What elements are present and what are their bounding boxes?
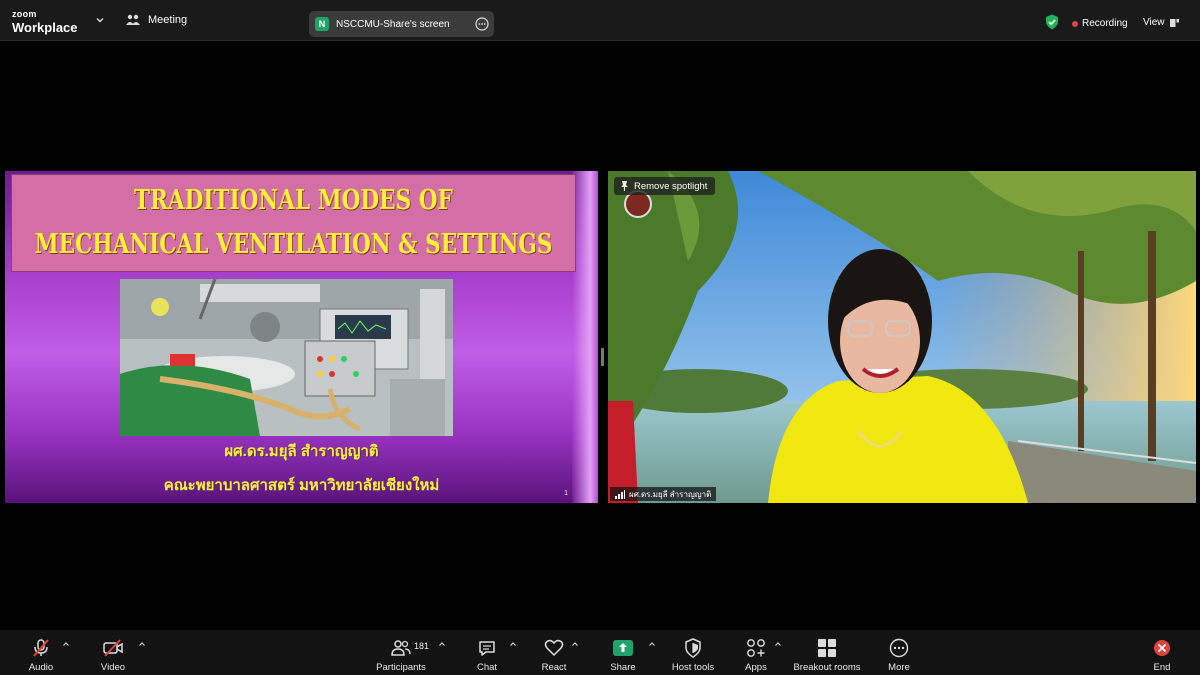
video-off-icon	[103, 639, 123, 657]
shared-slide: TRADITIONAL MODES OF MECHANICAL VENTILAT…	[5, 171, 598, 503]
heart-icon	[544, 639, 564, 657]
more-icon	[889, 638, 909, 658]
video-options-caret-icon[interactable]	[138, 640, 146, 648]
meeting-people-icon	[126, 14, 140, 25]
participants-icon	[391, 640, 411, 656]
audio-label: Audio	[28, 662, 54, 673]
participants-button[interactable]: Participants	[373, 630, 429, 675]
participants-label: Participants	[376, 662, 426, 673]
more-button[interactable]: More	[879, 630, 919, 675]
security-shield-icon[interactable]	[1045, 14, 1059, 30]
panel-resize-handle[interactable]	[601, 348, 604, 366]
host-tools-button[interactable]: Host tools	[668, 630, 718, 675]
chat-button[interactable]: Chat	[467, 630, 507, 675]
view-label: View	[1143, 17, 1165, 28]
chevron-down-icon[interactable]	[95, 15, 105, 25]
slide-page-number: 1	[564, 490, 568, 497]
slide-title-line-2: MECHANICAL VENTILATION & SETTINGS	[34, 229, 553, 260]
participant-name-tag: ผศ.ดร.มยุลี สำราญญาติ	[610, 487, 717, 501]
ventilator-photo	[120, 279, 453, 436]
remove-spotlight-button[interactable]: Remove spotlight	[614, 177, 716, 195]
slide-faculty: คณะพยาบาลศาสตร์ มหาวิทยาลัยเชียงใหม่	[163, 477, 440, 494]
video-button[interactable]: Video	[92, 630, 134, 675]
share-options-caret-icon[interactable]	[648, 640, 656, 648]
slide-author: ผศ.ดร.มยุลี สำราญญาติ	[224, 443, 379, 460]
chat-options-caret-icon[interactable]	[509, 640, 517, 648]
meeting-info-button[interactable]: Meeting	[126, 14, 187, 26]
share-button[interactable]: Share	[603, 630, 643, 675]
participant-video[interactable]: Remove spotlight ผศ.ดร.มยุลี สำราญญาติ	[608, 171, 1196, 503]
audio-options-caret-icon[interactable]	[62, 640, 70, 648]
mic-muted-icon	[33, 639, 49, 657]
video-label: Video	[100, 662, 126, 673]
share-title: NSCCMU-Share's screen	[336, 18, 450, 30]
host-tools-shield-icon	[685, 638, 701, 658]
meeting-label: Meeting	[148, 14, 188, 26]
slide-title-box: TRADITIONAL MODES OF MECHANICAL VENTILAT…	[11, 174, 576, 272]
end-x-icon	[1154, 640, 1170, 656]
signal-bars-icon	[615, 489, 625, 499]
recording-label: Recording	[1082, 18, 1128, 29]
apps-options-caret-icon[interactable]	[774, 640, 782, 648]
meeting-toolbar: Audio Video Participants 181 Chat React …	[0, 630, 1200, 675]
zoom-logo: zoom Workplace	[12, 9, 78, 35]
participant-name: ผศ.ดร.มยุลี สำราญญาติ	[629, 489, 712, 499]
share-screen-indicator[interactable]: N NSCCMU-Share's screen	[309, 11, 494, 37]
recording-dot-icon	[1072, 20, 1078, 27]
pin-icon	[621, 181, 628, 191]
remove-spotlight-label: Remove spotlight	[634, 180, 708, 192]
top-bar: zoom Workplace Meeting N NSCCMU-Share's …	[0, 0, 1200, 41]
breakout-rooms-label: Breakout rooms	[793, 662, 861, 673]
slide-title-line-1: TRADITIONAL MODES OF	[133, 185, 453, 216]
recording-indicator[interactable]: Recording	[1072, 18, 1128, 29]
chat-label: Chat	[476, 662, 498, 673]
react-options-caret-icon[interactable]	[571, 640, 579, 648]
audio-button[interactable]: Audio	[20, 630, 62, 675]
brand-small: zoom	[12, 9, 37, 19]
chat-icon	[479, 641, 495, 656]
apps-button[interactable]: Apps	[736, 630, 776, 675]
breakout-rooms-icon	[818, 639, 836, 657]
breakout-rooms-button[interactable]: Breakout rooms	[791, 630, 863, 675]
more-options-icon[interactable]	[475, 17, 489, 31]
react-label: React	[541, 662, 567, 673]
apps-label: Apps	[745, 662, 767, 673]
participants-count: 181	[414, 641, 430, 651]
view-layout-icon	[1169, 18, 1179, 27]
brand-name: Workplace	[12, 20, 78, 35]
share-label: Share	[610, 662, 636, 673]
share-screen-icon	[613, 640, 633, 656]
video-feed	[608, 171, 1196, 503]
sharer-avatar: N	[315, 17, 329, 31]
end-label: End	[1153, 662, 1171, 673]
react-button[interactable]: React	[534, 630, 574, 675]
apps-icon	[747, 639, 765, 657]
participants-options-caret-icon[interactable]	[438, 640, 446, 648]
host-tools-label: Host tools	[671, 662, 715, 673]
more-label: More	[888, 662, 910, 673]
end-meeting-button[interactable]: End	[1145, 630, 1179, 675]
view-button[interactable]: View	[1143, 17, 1179, 28]
